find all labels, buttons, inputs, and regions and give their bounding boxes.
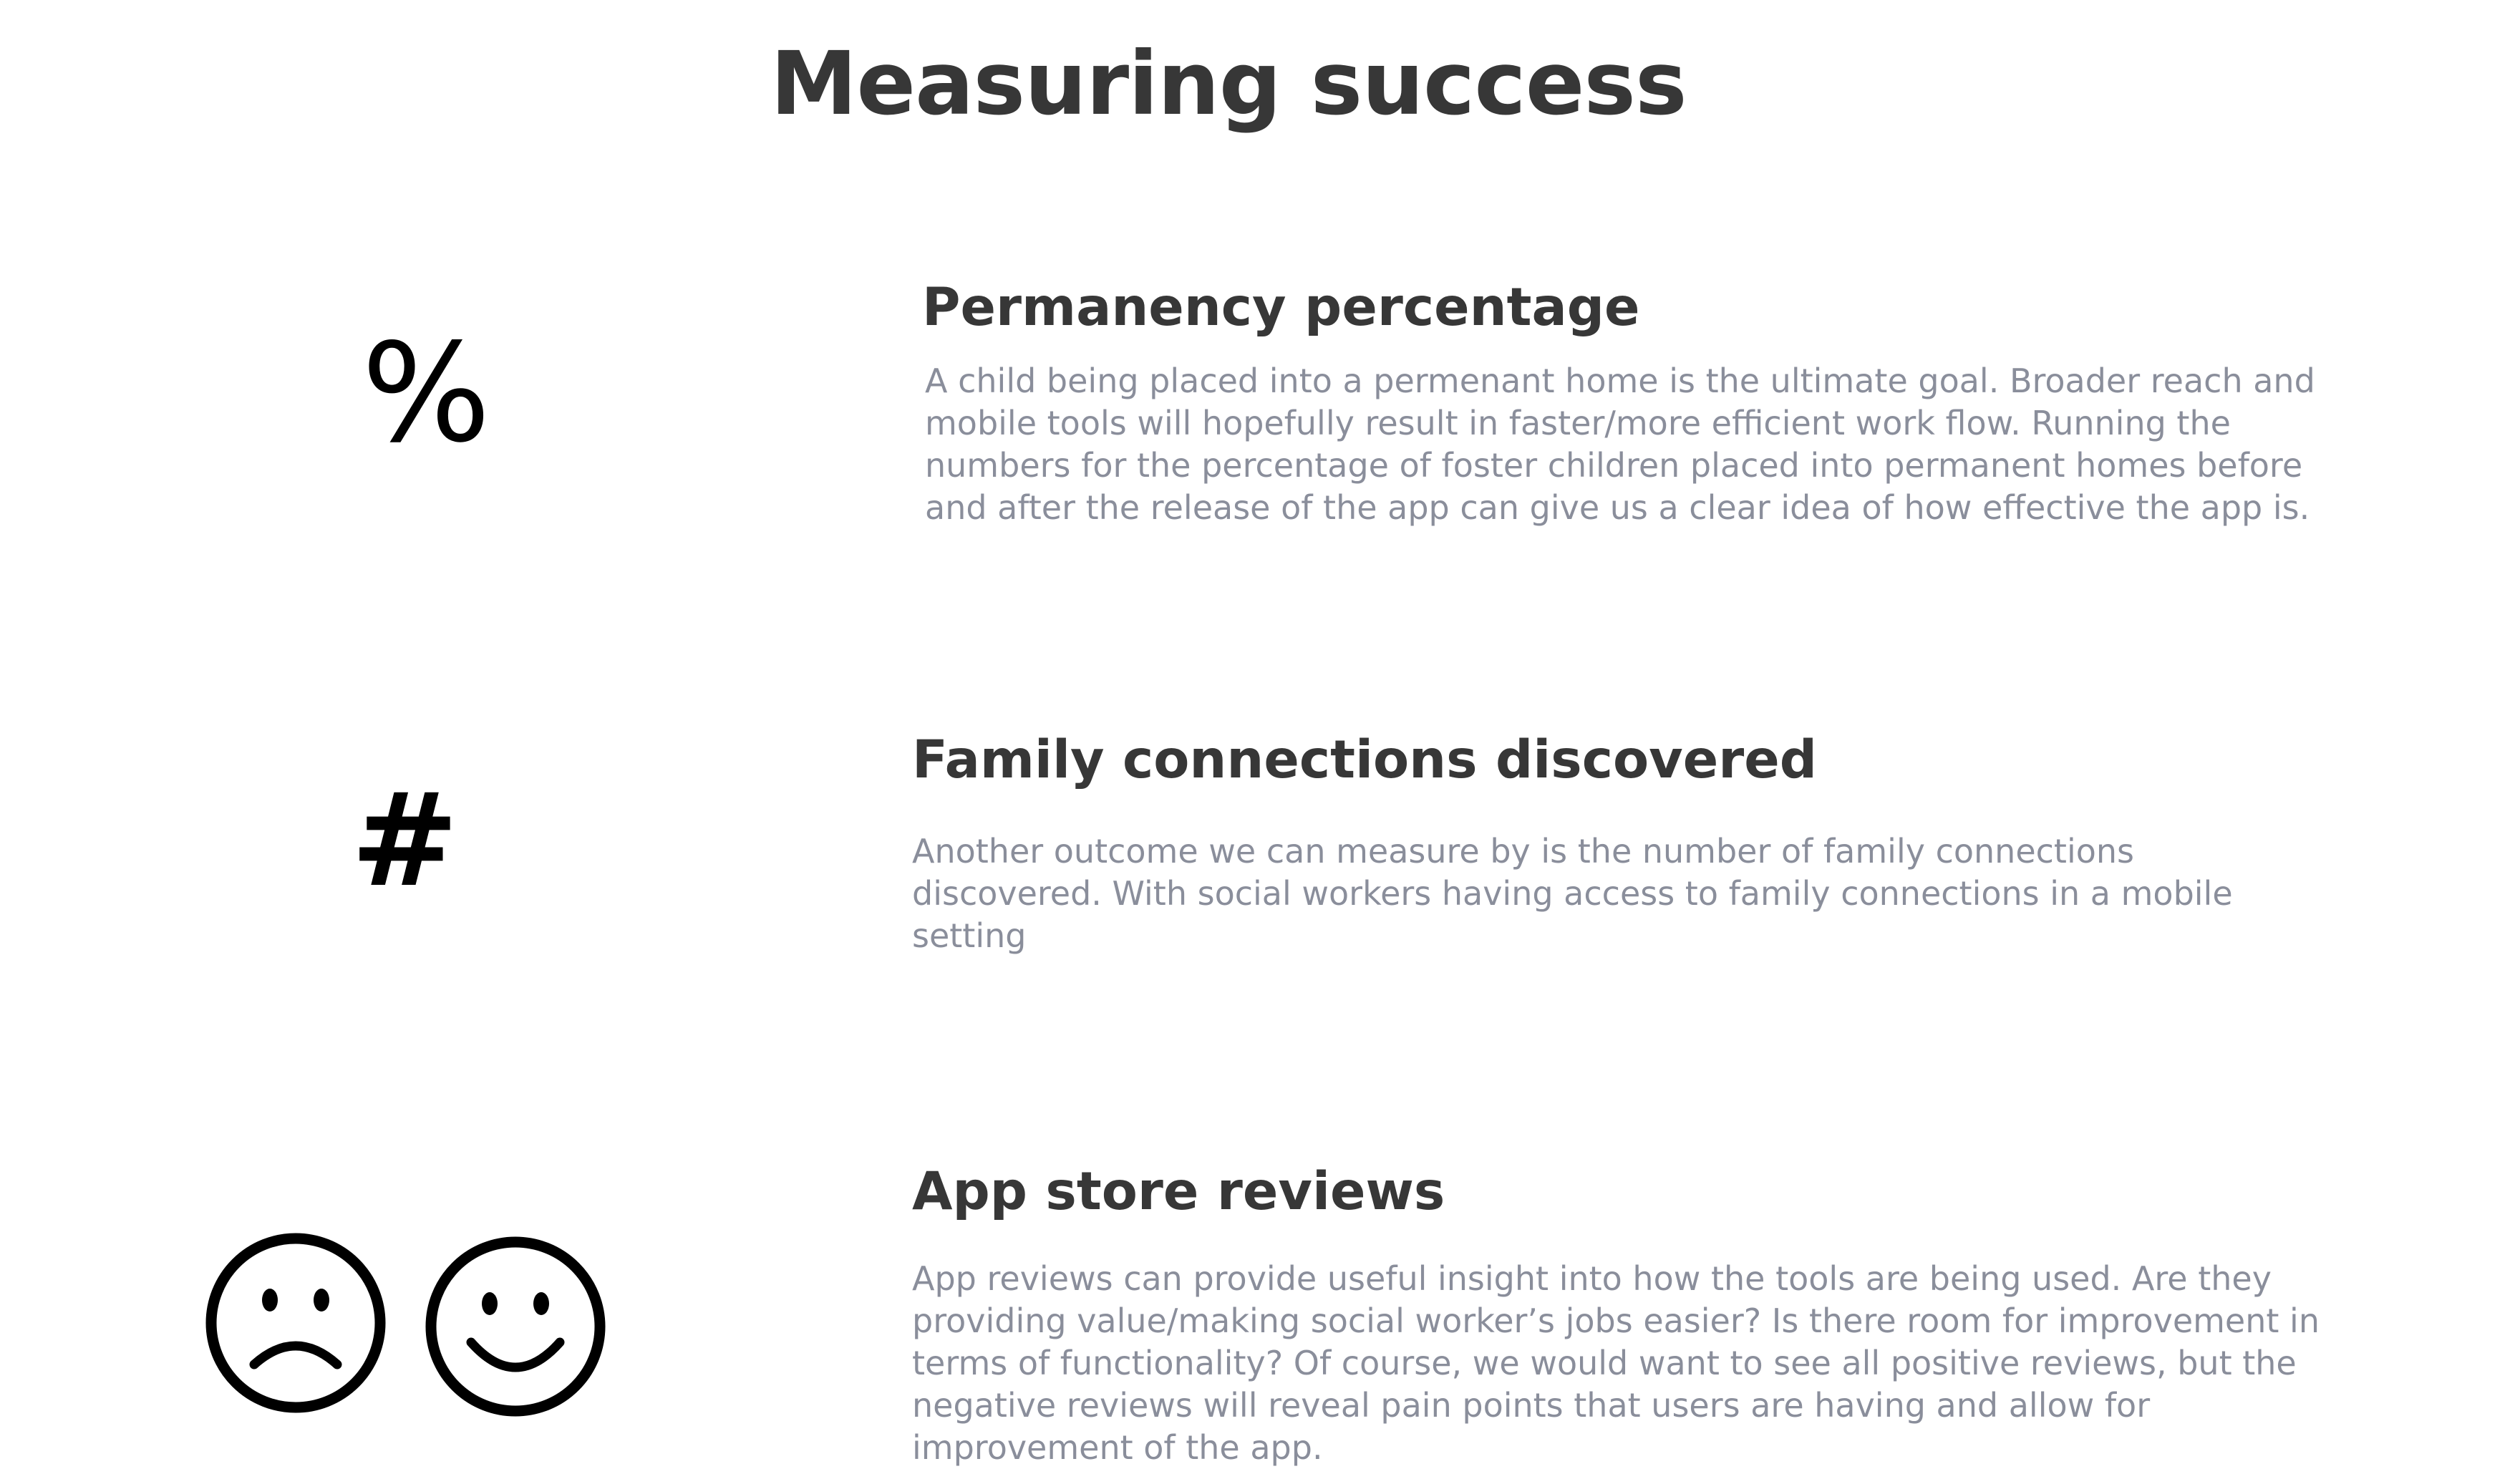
page-title: Measuring success [770,33,1687,135]
section-body-app-store-reviews: App reviews can provide useful insight i… [912,1259,2320,1467]
section-title-family-connections: Family connections discovered [912,729,1818,790]
section-body-permanency: A child being placed into a permenant ho… [925,362,2315,527]
section-title-permanency: Permanency percentage [922,277,1640,338]
hash-icon: # [351,766,459,916]
section-body-family-connections: Another outcome we can measure by is the… [912,832,2233,955]
section-title-app-store-reviews: App store reviews [912,1161,1445,1222]
happy-face-icon [425,1236,606,1417]
sad-face-icon [205,1233,386,1413]
percent-icon: % [362,314,491,472]
